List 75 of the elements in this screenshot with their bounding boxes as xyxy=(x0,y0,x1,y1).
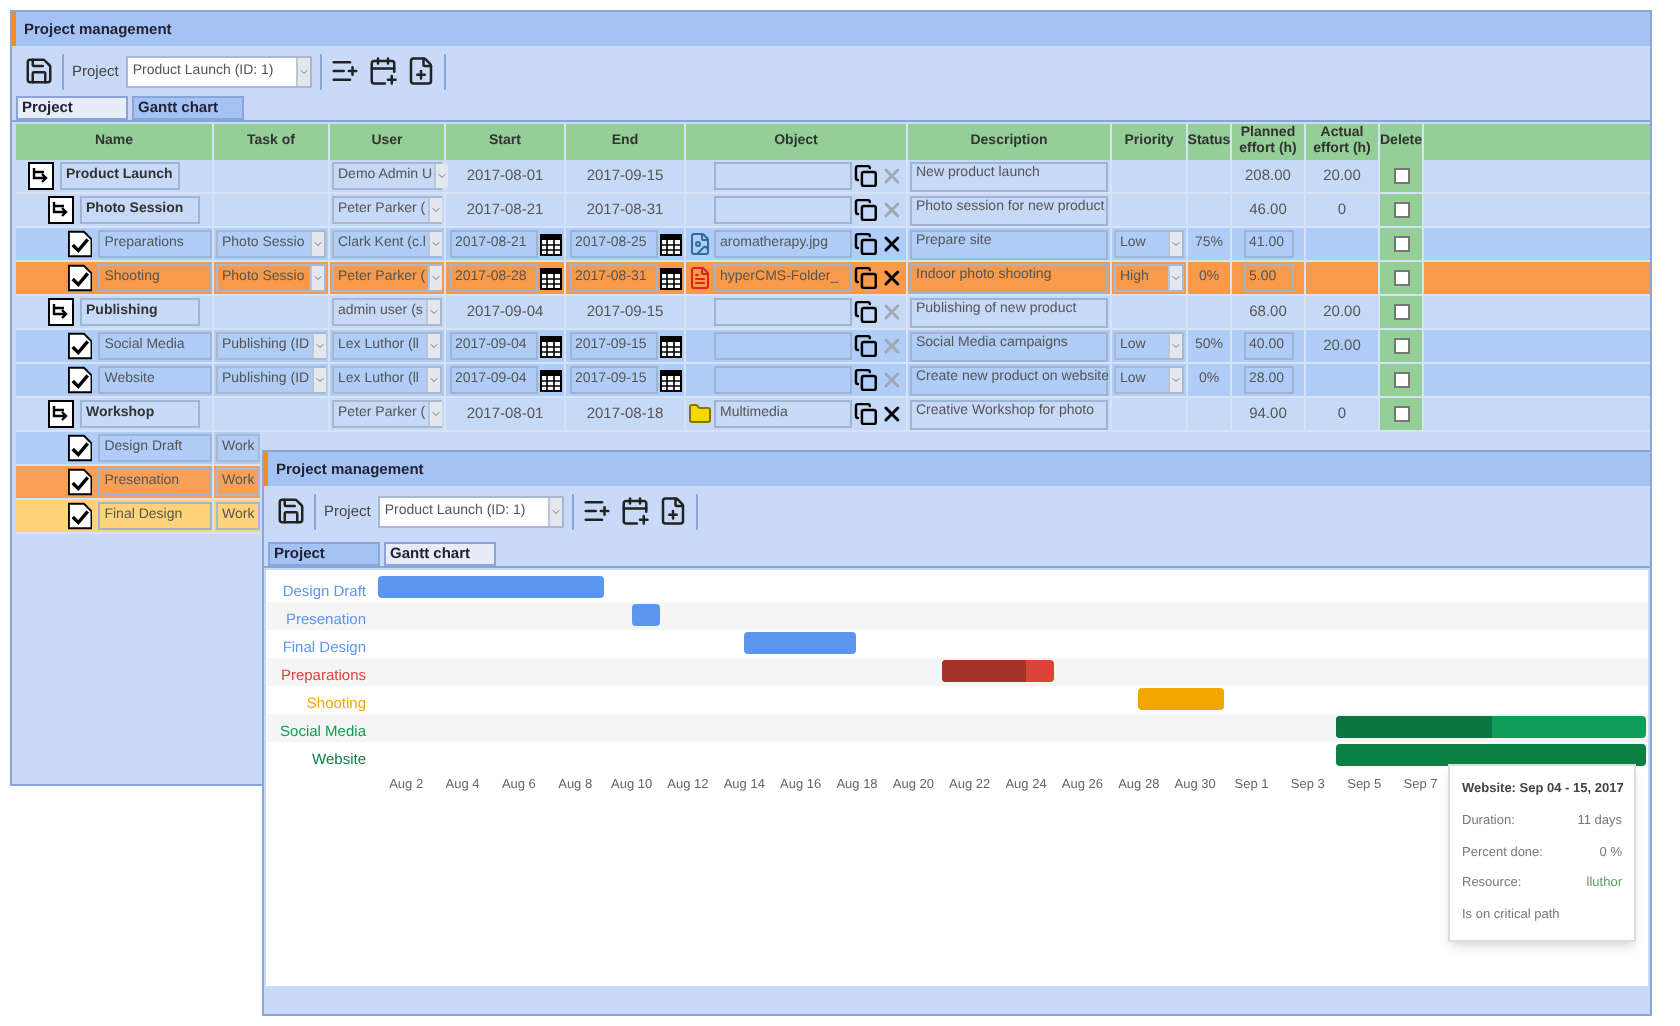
folder-icon xyxy=(688,402,712,426)
caret-icon xyxy=(311,368,326,392)
delete-checkbox[interactable] xyxy=(1393,372,1409,388)
gantt-bar[interactable] xyxy=(631,604,660,626)
remove-icon[interactable] xyxy=(880,266,904,290)
add-subproject-icon[interactable] xyxy=(582,496,613,526)
caret-icon xyxy=(427,266,442,290)
copy-icon[interactable] xyxy=(854,300,879,324)
caret-icon xyxy=(296,57,311,85)
caret-icon xyxy=(426,334,440,358)
calendar-icon[interactable] xyxy=(659,369,681,391)
checked-document-icon xyxy=(68,434,93,462)
caret-icon xyxy=(1168,232,1182,256)
checked-document-icon xyxy=(68,230,93,258)
remove-icon[interactable] xyxy=(880,232,904,256)
calendar-icon[interactable] xyxy=(659,267,681,289)
delete-checkbox[interactable] xyxy=(1393,338,1409,354)
checked-document-icon xyxy=(68,366,93,394)
add-subproject-icon[interactable] xyxy=(330,56,361,86)
add-document-icon[interactable] xyxy=(406,56,437,86)
copy-icon[interactable] xyxy=(854,198,879,222)
delete-checkbox[interactable] xyxy=(1393,236,1409,252)
caret-icon xyxy=(1168,368,1182,392)
object-field[interactable] xyxy=(714,332,853,360)
caret-icon xyxy=(427,232,442,256)
calendar-icon[interactable] xyxy=(659,335,681,357)
calendar-icon[interactable] xyxy=(659,233,681,255)
caret-icon xyxy=(310,232,324,256)
checked-document-icon xyxy=(68,264,93,292)
copy-icon[interactable] xyxy=(854,334,879,358)
add-document-icon[interactable] xyxy=(658,496,689,526)
caret-icon xyxy=(310,266,324,290)
checked-document-icon xyxy=(68,332,93,360)
delete-checkbox[interactable] xyxy=(1393,168,1409,184)
delete-checkbox[interactable] xyxy=(1393,406,1409,422)
caret-icon xyxy=(426,368,440,392)
calendar-icon[interactable] xyxy=(539,369,561,391)
calendar-icon[interactable] xyxy=(539,233,561,255)
delete-checkbox[interactable] xyxy=(1393,304,1409,320)
add-task-icon[interactable] xyxy=(620,496,651,526)
caret-icon xyxy=(1168,334,1182,358)
checked-document-icon xyxy=(68,502,93,530)
gantt-bar[interactable] xyxy=(1336,744,1646,766)
subtask-arrows-icon xyxy=(28,162,54,190)
checked-document-icon xyxy=(68,468,93,496)
add-task-icon[interactable] xyxy=(368,56,399,86)
caret-icon xyxy=(548,497,563,525)
gantt-bar[interactable] xyxy=(941,660,1055,682)
caret-icon xyxy=(427,402,442,426)
caret-icon xyxy=(434,164,449,188)
calendar-icon[interactable] xyxy=(539,335,561,357)
subtask-arrows-icon xyxy=(48,298,74,326)
remove-icon[interactable] xyxy=(880,402,904,426)
caret-icon xyxy=(311,334,326,358)
subtask-arrows-icon xyxy=(48,196,74,224)
object-field[interactable] xyxy=(714,162,853,190)
caret-icon xyxy=(427,198,442,222)
copy-icon[interactable] xyxy=(854,368,879,392)
subtask-arrows-icon xyxy=(48,400,74,428)
copy-icon[interactable] xyxy=(854,402,879,426)
object-field[interactable] xyxy=(714,196,853,224)
pdf-file-icon xyxy=(688,266,712,290)
calendar-icon[interactable] xyxy=(539,267,561,289)
object-field[interactable] xyxy=(714,366,853,394)
delete-checkbox[interactable] xyxy=(1393,270,1409,286)
caret-icon xyxy=(426,300,440,324)
copy-icon[interactable] xyxy=(854,232,879,256)
delete-checkbox[interactable] xyxy=(1393,202,1409,218)
image-file-icon xyxy=(688,232,712,256)
save-icon[interactable] xyxy=(24,56,54,86)
copy-icon[interactable] xyxy=(854,266,879,290)
caret-icon xyxy=(1168,266,1182,290)
object-field[interactable] xyxy=(714,298,853,326)
save-icon[interactable] xyxy=(276,496,306,526)
copy-icon[interactable] xyxy=(854,164,879,188)
